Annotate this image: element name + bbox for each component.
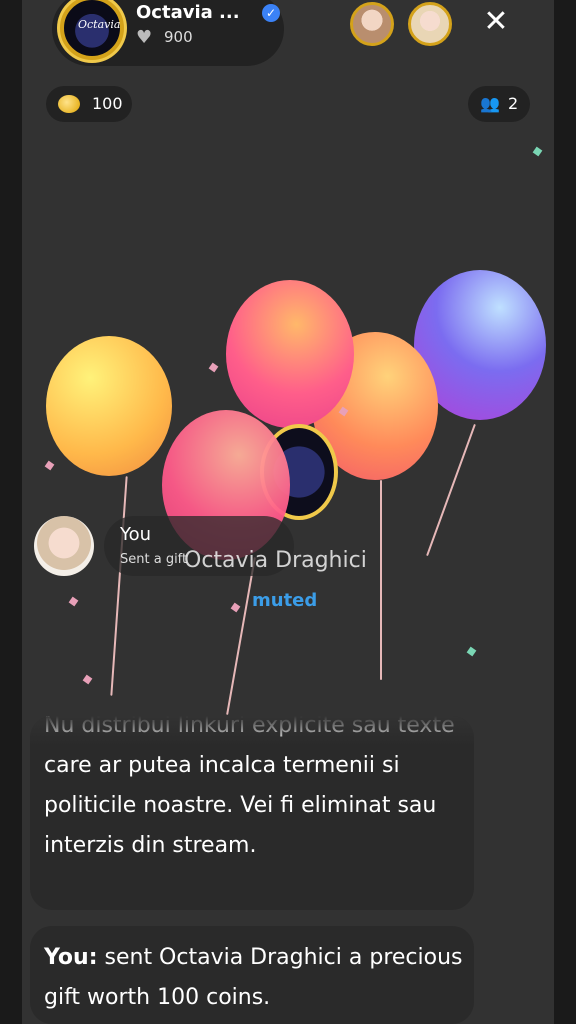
left-letterbox: [0, 0, 22, 1024]
viewer-avatar[interactable]: [408, 2, 452, 46]
chat-fade-overlay: [30, 716, 474, 746]
right-letterbox: [554, 0, 576, 1024]
confetti: [82, 674, 93, 685]
heart-icon: ♥: [136, 27, 153, 48]
confetti: [68, 596, 79, 607]
gift-sender-name: You: [120, 524, 152, 545]
confetti: [44, 460, 55, 471]
balloon-string: [380, 480, 382, 680]
host-full-name: Octavia Draghici: [184, 548, 367, 573]
confetti: [208, 362, 219, 373]
chat-message-body: You: sent Octavia Draghici a precious gi…: [44, 938, 464, 1018]
chat-message: You: sent Octavia Draghici a precious gi…: [30, 926, 474, 1024]
users-icon: 👥: [480, 94, 500, 113]
host-avatar[interactable]: Octavia: [60, 0, 124, 60]
yellow-balloon: [46, 336, 172, 476]
viewer-avatar[interactable]: [350, 2, 394, 46]
verified-badge-icon: ✓: [262, 4, 280, 22]
coins-count: 100: [92, 94, 123, 113]
coins-icon: [58, 95, 80, 113]
gift-action-text: Sent a gift: [120, 552, 188, 567]
balloon-string: [426, 423, 476, 557]
close-icon[interactable]: ✕: [480, 6, 512, 38]
chat-message-user: You:: [44, 945, 98, 970]
host-avatar-label: Octavia: [78, 18, 121, 31]
gift-sender-avatar: [34, 516, 94, 576]
chat-message-text: sent Octavia Draghici a precious gift wo…: [44, 945, 463, 1010]
coins-pill[interactable]: 100: [46, 86, 132, 122]
confetti: [532, 146, 543, 157]
confetti: [230, 602, 241, 613]
pink-balloon: [226, 280, 354, 428]
system-rules-message: Nu distribui linkuri explicite sau texte…: [30, 716, 474, 910]
host-likes-count: 900: [164, 28, 193, 46]
viewers-pill[interactable]: 👥 2: [468, 86, 530, 122]
host-info-pill[interactable]: Octavia Octavia ... ✓ ♥ 900: [52, 0, 284, 66]
host-name: Octavia ...: [136, 2, 240, 23]
live-stream-view: Octavia Octavia ... ✓ ♥ 900 ✕ 100 👥 2 Yo…: [22, 0, 554, 1024]
confetti: [466, 646, 477, 657]
host-muted-status: muted: [252, 590, 318, 611]
viewers-count: 2: [508, 94, 519, 113]
balloon-string: [226, 557, 256, 715]
